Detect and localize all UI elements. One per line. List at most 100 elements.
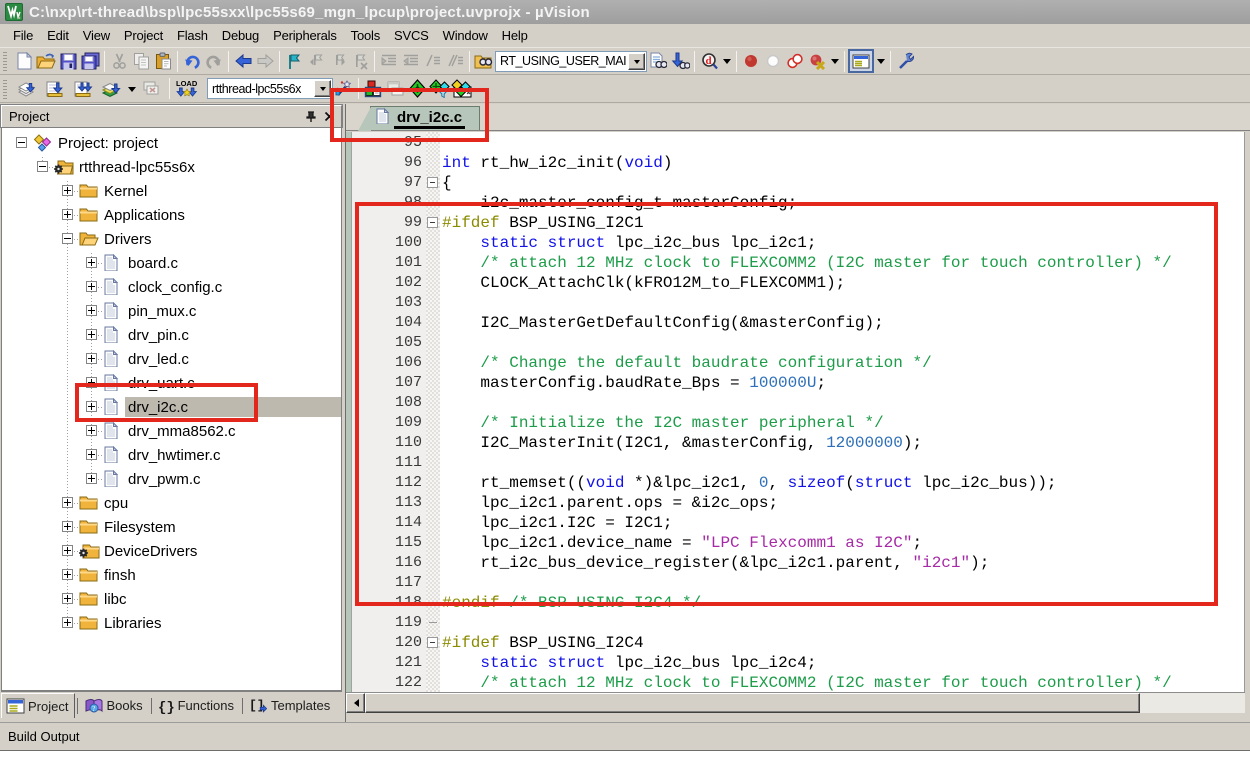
software-components-button[interactable] (406, 77, 428, 100)
tree-item-drivers[interactable]: Drivers (2, 227, 341, 251)
expand-icon[interactable] (62, 545, 73, 556)
bookmark-next-button[interactable] (327, 50, 349, 73)
fold-marker[interactable] (426, 633, 440, 653)
tree-item-label[interactable]: Kernel (101, 181, 150, 201)
paste-button[interactable] (152, 50, 174, 73)
tree-item-label[interactable]: cpu (101, 493, 131, 513)
menu-window[interactable]: Window (436, 25, 495, 46)
file-extensions-button[interactable] (384, 77, 406, 100)
code-editor[interactable]: 9596979899100101102103104105106107108109… (346, 132, 1245, 692)
cut-button[interactable] (108, 50, 130, 73)
fold-collapse-icon[interactable] (427, 177, 438, 188)
tree-item-label[interactable]: Filesystem (101, 517, 179, 537)
expand-icon[interactable] (62, 185, 73, 196)
tree-item-label[interactable]: Drivers (101, 229, 155, 249)
tree-item-drv-pwm-c[interactable]: drv_pwm.c (2, 467, 341, 491)
tree-item-cpu[interactable]: cpu (2, 491, 341, 515)
expand-icon[interactable] (62, 593, 73, 604)
tree-item-applications[interactable]: Applications (2, 203, 341, 227)
collapse-icon[interactable] (37, 161, 48, 172)
tree-item-label[interactable]: drv_pwm.c (125, 469, 204, 489)
tree-item-label[interactable]: drv_i2c.c (125, 397, 341, 417)
pin-icon[interactable] (303, 109, 319, 124)
translate-button[interactable] (13, 77, 41, 100)
close-icon[interactable] (321, 109, 337, 124)
menu-edit[interactable]: Edit (40, 25, 76, 46)
find-dialog-button[interactable]: d (698, 50, 720, 73)
tree-item-devicedrivers[interactable]: DeviceDrivers (2, 539, 341, 563)
panel-tab-books[interactable]: ?Books (80, 693, 148, 718)
expand-icon[interactable] (86, 353, 97, 364)
tree-item-libc[interactable]: libc (2, 587, 341, 611)
expand-icon[interactable] (86, 281, 97, 292)
find-in-files-button[interactable] (473, 50, 495, 73)
search-doc-button[interactable] (647, 50, 669, 73)
tree-item-libraries[interactable]: Libraries (2, 611, 341, 635)
menu-view[interactable]: View (76, 25, 117, 46)
fold-collapse-icon[interactable] (427, 637, 438, 648)
panel-tab-functions[interactable]: {}Functions (154, 693, 240, 718)
nav-back-button[interactable] (232, 50, 254, 73)
stop-build-button[interactable] (138, 77, 166, 100)
pack-installer-button[interactable] (450, 77, 472, 100)
tree-item-filesystem[interactable]: Filesystem (2, 515, 341, 539)
nav-forward-button[interactable] (254, 50, 276, 73)
editor-horizontal-scrollbar[interactable] (346, 692, 1245, 713)
tree-item-label[interactable]: Applications (101, 205, 188, 225)
fold-marker[interactable] (426, 213, 440, 233)
menu-peripherals[interactable]: Peripherals (266, 25, 344, 46)
expand-icon[interactable] (62, 569, 73, 580)
bookmark-prev-button[interactable] (305, 50, 327, 73)
menu-debug[interactable]: Debug (215, 25, 266, 46)
combo-dropdown-icon[interactable] (314, 80, 331, 97)
scrollbar-thumb[interactable] (365, 693, 1140, 713)
tree-item-label[interactable]: drv_mma8562.c (125, 421, 239, 441)
expand-icon[interactable] (62, 209, 73, 220)
kill-breakpoints-button[interactable] (784, 50, 806, 73)
tree-item-drv-hwtimer-c[interactable]: drv_hwtimer.c (2, 443, 341, 467)
tree-item-label[interactable]: Libraries (101, 613, 165, 633)
bookmark-toggle-button[interactable] (283, 50, 305, 73)
editor-tab-drv-i2c[interactable]: drv_i2c.c (370, 106, 480, 130)
tree-item-label[interactable]: drv_uart.c (125, 373, 198, 393)
load-button[interactable]: LOAD (173, 77, 201, 100)
copy-button[interactable] (130, 50, 152, 73)
tree-item-clock-config-c[interactable]: clock_config.c (2, 275, 341, 299)
tree-item-label[interactable]: rtthread-lpc55s6x (76, 157, 198, 177)
tree-item-kernel[interactable]: Kernel (2, 179, 341, 203)
incremental-find-button[interactable] (669, 50, 691, 73)
breakpoint-button[interactable] (740, 50, 762, 73)
tree-item-rtthread-lpc55s6x[interactable]: rtthread-lpc55s6x (2, 155, 341, 179)
indent-button[interactable] (378, 50, 400, 73)
panel-tab-project[interactable]: Project (1, 693, 75, 718)
outdent-button[interactable] (400, 50, 422, 73)
select-packs-button[interactable] (428, 77, 450, 100)
expand-icon[interactable] (62, 497, 73, 508)
collapse-icon[interactable] (62, 233, 73, 244)
expand-icon[interactable] (86, 401, 97, 412)
tree-item-label[interactable]: drv_hwtimer.c (125, 445, 224, 465)
fold-marker[interactable] (426, 173, 440, 193)
comment-button[interactable] (422, 50, 444, 73)
panel-tab-templates[interactable]: []Templates (245, 693, 336, 718)
dropdown-arrow-icon[interactable] (720, 50, 733, 73)
save-all-button[interactable] (79, 50, 101, 73)
menu-project[interactable]: Project (117, 25, 170, 46)
menu-flash[interactable]: Flash (170, 25, 215, 46)
windows-panel-button[interactable] (848, 49, 874, 73)
combo-dropdown-icon[interactable] (628, 53, 645, 70)
expand-icon[interactable] (86, 329, 97, 340)
manage-components-button[interactable] (362, 77, 384, 100)
menu-file[interactable]: File (6, 25, 40, 46)
target-combo[interactable]: rtthread-lpc55s6x (207, 78, 333, 99)
tree-item-label[interactable]: drv_led.c (125, 349, 192, 369)
save-button[interactable] (57, 50, 79, 73)
expand-icon[interactable] (86, 449, 97, 460)
scroll-left-arrow-icon[interactable] (346, 693, 365, 713)
tree-item-label[interactable]: Project: project (55, 133, 161, 153)
tree-item-label[interactable]: drv_pin.c (125, 325, 192, 345)
tree-item-drv-uart-c[interactable]: drv_uart.c (2, 371, 341, 395)
tree-item-label[interactable]: DeviceDrivers (101, 541, 200, 561)
rebuild-button[interactable] (69, 77, 97, 100)
tree-item-label[interactable]: finsh (101, 565, 139, 585)
